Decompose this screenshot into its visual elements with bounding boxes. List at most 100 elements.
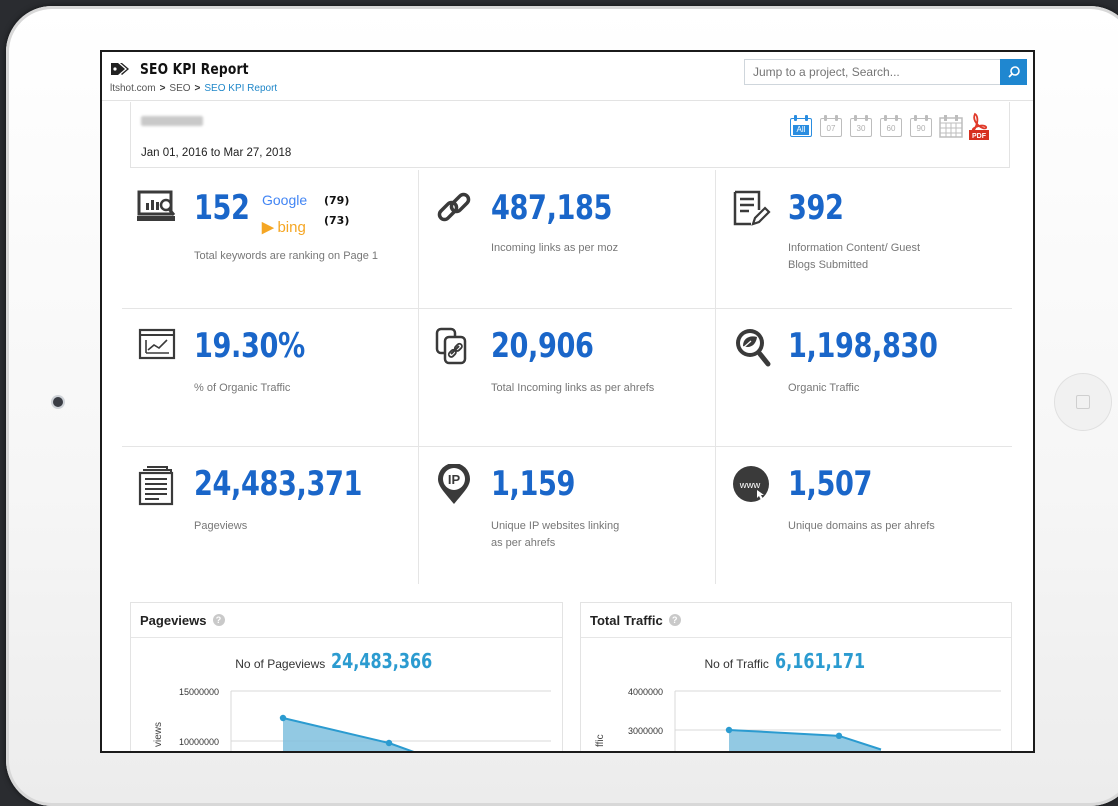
kpi-label: Unique IP websites linking as per ahrefs <box>491 520 620 549</box>
summary-value: 24,483,366 <box>331 649 433 673</box>
range-label: 07 <box>826 124 836 133</box>
traffic-chart: 4000000 3000000 ffic <box>595 687 1001 751</box>
kpi-value: 1,159 <box>491 464 576 504</box>
document-edit-icon <box>733 190 771 226</box>
kpi-label: Total Incoming links as per ahrefs <box>491 382 655 394</box>
bing-count: (73) <box>324 214 350 227</box>
home-button[interactable] <box>1055 374 1111 430</box>
panel-summary: No of Pageviews 24,483,366 <box>131 649 562 673</box>
panel-title: Pageviews <box>140 612 207 628</box>
breadcrumb: ltshot.com > SEO > SEO KPI Report <box>110 83 277 94</box>
breadcrumb-seo[interactable]: SEO <box>169 83 190 94</box>
pdf-export-button[interactable]: PDF <box>969 112 989 140</box>
summary-label: No of Pageviews <box>235 657 326 671</box>
breadcrumb-current[interactable]: SEO KPI Report <box>204 83 277 94</box>
google-engine: Google (79) <box>262 192 349 208</box>
kpi-label: Total keywords are ranking on Page 1 <box>194 250 379 262</box>
y-tick-label: 15000000 <box>179 687 219 697</box>
panel-summary: No of Traffic 6,161,171 <box>581 649 1011 673</box>
pageviews-chart: 15000000 10000000 views <box>153 687 551 751</box>
data-point <box>385 739 393 747</box>
y-tick-label: 10000000 <box>179 737 219 747</box>
range-07-button[interactable]: 07 <box>819 114 843 138</box>
custom-range-calendar-button[interactable] <box>939 114 963 138</box>
kpi-organic-percent: 19.30% % of Organic Traffic <box>122 308 419 446</box>
summary-label: No of Traffic <box>704 657 769 671</box>
home-square-icon <box>1076 395 1090 409</box>
pdf-icon: PDF <box>969 112 989 140</box>
range-all-button[interactable]: All <box>789 114 813 138</box>
kpi-value: 19.30% <box>194 326 305 366</box>
kpi-value: 392 <box>788 188 844 228</box>
breadcrumb-site[interactable]: ltshot.com <box>110 83 156 94</box>
app-screen: SEO KPI Report ltshot.com > SEO > SEO KP… <box>100 50 1035 753</box>
pdf-label: PDF <box>972 133 987 140</box>
panel-header: Pageviews ? <box>131 603 562 638</box>
y-tick-label: 3000000 <box>628 726 663 736</box>
y-tick-label: 4000000 <box>628 687 663 697</box>
kpi-pageviews: 24,483,371 Pageviews <box>122 446 419 584</box>
panel-header: Total Traffic ? <box>581 603 1011 638</box>
kpi-unique-domains: www 1,507 Unique domains as per ahrefs <box>716 446 1013 584</box>
page-header: SEO KPI Report <box>110 60 273 78</box>
range-label: 60 <box>886 124 896 133</box>
area-fill <box>283 718 412 751</box>
camera-icon <box>53 397 63 407</box>
kpi-label: Pageviews <box>194 520 248 532</box>
bing-engine: ▶ bing (73) <box>262 214 349 236</box>
kpi-unique-ip: IP 1,159 Unique IP websites linking as p… <box>419 446 716 584</box>
search-icon <box>1007 66 1020 78</box>
report-header: Jan 01, 2016 to Mar 27, 2018 All 07 30 6… <box>130 102 1010 168</box>
page-title: SEO KPI Report <box>140 60 249 78</box>
bing-logo: bing <box>277 219 306 236</box>
tags-icon <box>111 63 129 75</box>
kpi-moz-links: 487,185 Incoming links as per moz <box>419 170 716 308</box>
kpi-label: % of Organic Traffic <box>194 382 291 394</box>
leaf-magnifier-icon <box>736 329 771 367</box>
range-90-button[interactable]: 90 <box>909 114 933 138</box>
kpi-value: 1,507 <box>788 464 873 504</box>
range-label: All <box>793 125 809 135</box>
google-count: (79) <box>324 194 350 207</box>
site-name-blurred <box>141 116 203 126</box>
kpi-value: 152 <box>194 188 250 228</box>
kpi-value: 487,185 <box>491 188 613 228</box>
kpi-value: 20,906 <box>491 326 594 366</box>
data-point <box>835 732 843 740</box>
panel-title: Total Traffic <box>590 612 663 628</box>
calendar-grid-icon <box>939 115 963 138</box>
kpi-label: Incoming links as per moz <box>491 242 619 254</box>
help-icon[interactable]: ? <box>212 614 225 626</box>
y-axis-label: ffic <box>595 734 606 747</box>
kpi-value: 1,198,830 <box>788 326 938 366</box>
data-point <box>279 714 287 722</box>
date-range: Jan 01, 2016 to Mar 27, 2018 <box>141 147 292 159</box>
top-bar: SEO KPI Report ltshot.com > SEO > SEO KP… <box>102 52 1033 101</box>
kpi-organic-traffic: 1,198,830 Organic Traffic <box>716 308 1013 446</box>
pages-icon <box>138 466 174 506</box>
kpi-ahrefs-links: 20,906 Total Incoming links as per ahref… <box>419 308 716 446</box>
y-axis-label: views <box>153 722 164 747</box>
svg-text:www: www <box>739 480 761 491</box>
summary-value: 6,161,171 <box>774 649 866 673</box>
range-60-button[interactable]: 60 <box>879 114 903 138</box>
kpi-label: Organic Traffic <box>788 382 860 394</box>
breadcrumb-separator: > <box>159 83 166 94</box>
data-point <box>725 726 733 734</box>
range-selector: All 07 30 60 90 PDF <box>789 112 989 140</box>
search-input[interactable] <box>744 59 1000 85</box>
browser-chart-icon <box>138 328 176 360</box>
search-button[interactable] <box>1000 59 1027 85</box>
range-30-button[interactable]: 30 <box>849 114 873 138</box>
pageviews-panel: Pageviews ? No of Pageviews 24,483,366 1… <box>130 602 563 751</box>
kpi-value: 24,483,371 <box>194 464 363 504</box>
kpi-keywords-page1: 152 Google (79) ▶ bing (73) Total keywor… <box>122 170 419 308</box>
help-icon[interactable]: ? <box>668 614 681 626</box>
ip-pin-icon: IP <box>438 464 470 504</box>
google-logo: Google <box>262 192 308 208</box>
range-label: 30 <box>856 124 866 133</box>
chain-link-icon <box>437 192 471 222</box>
breadcrumb-separator: > <box>194 83 201 94</box>
kpi-guest-blogs: 392 Information Content/ Guest Blogs Sub… <box>716 170 1013 308</box>
copy-link-icon <box>435 327 467 365</box>
